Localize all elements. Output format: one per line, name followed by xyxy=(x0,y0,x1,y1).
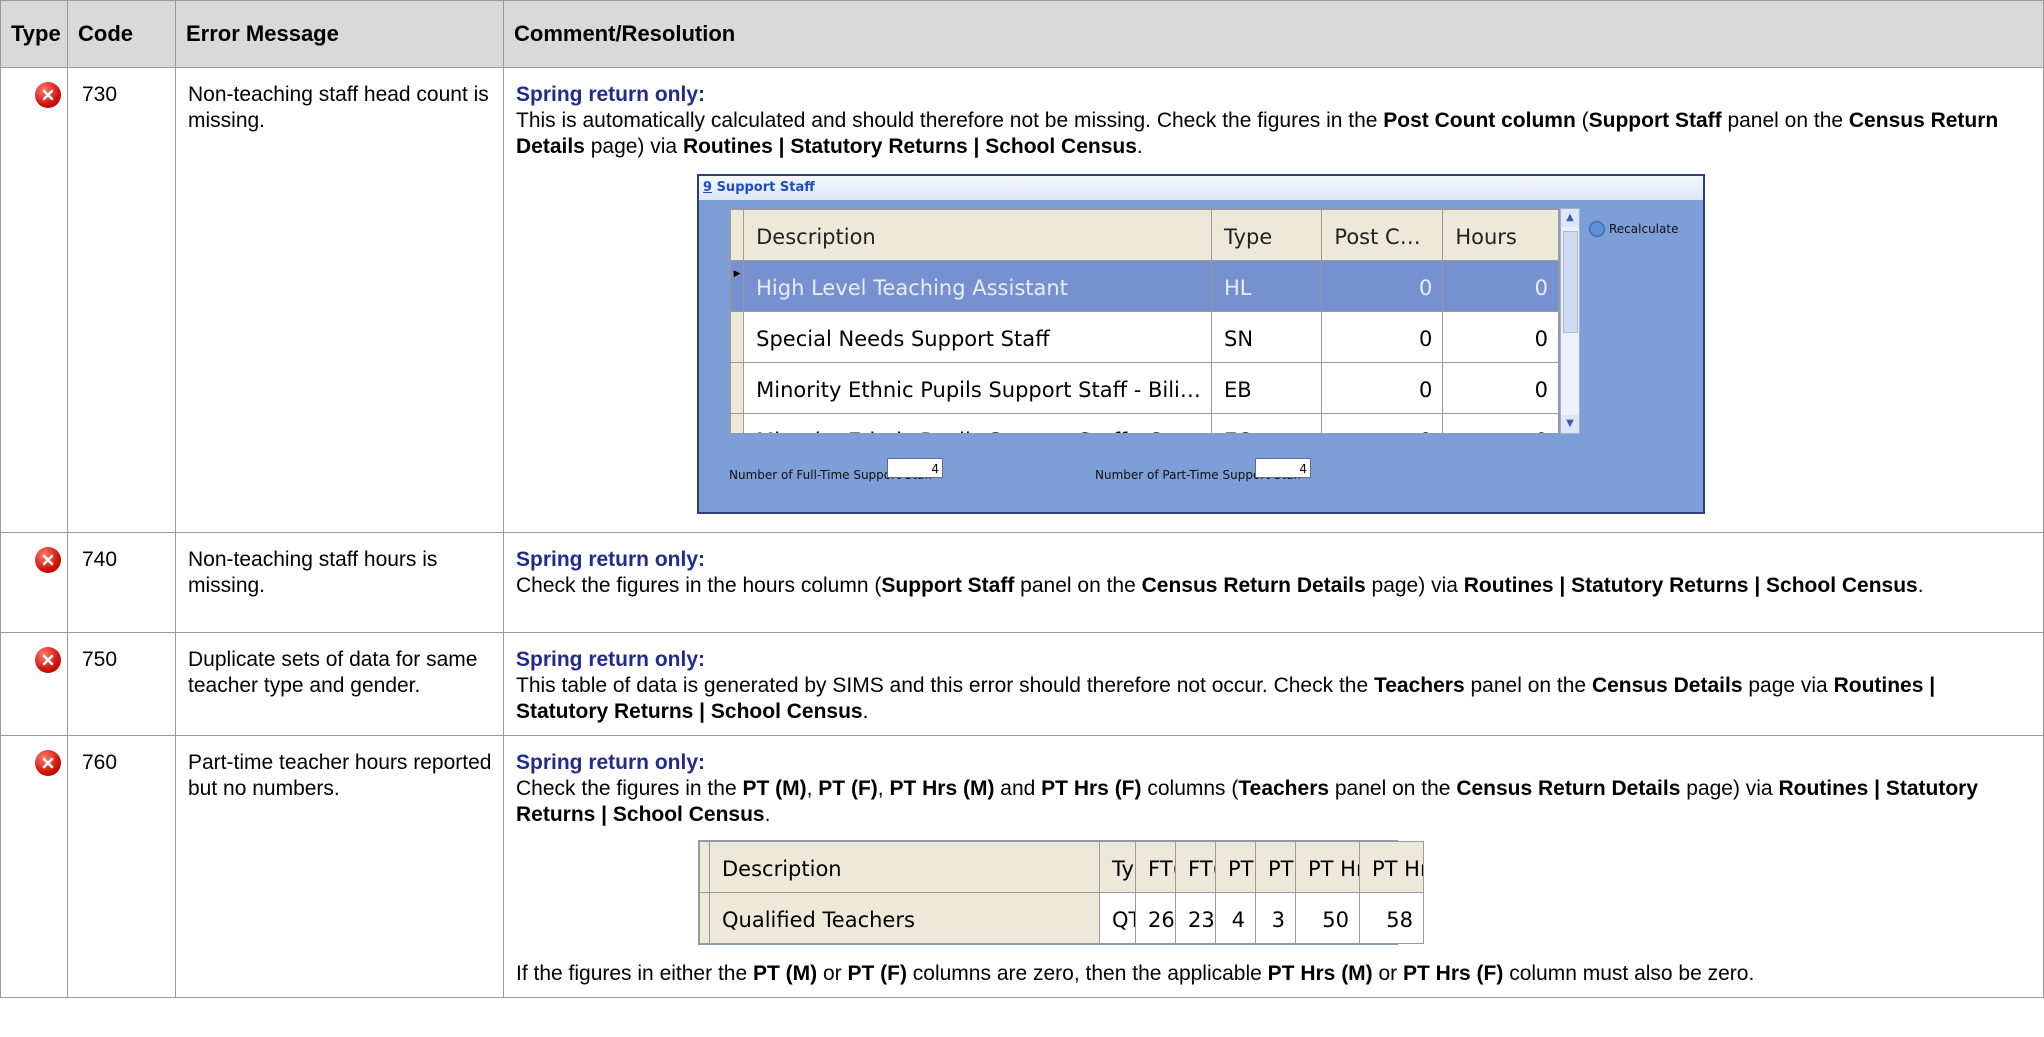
grid-row[interactable]: ▶ Qualified Teachers QT 26 23 4 3 50 58 xyxy=(699,892,1424,944)
error-message: Part-time teacher hours reported but no … xyxy=(175,735,504,998)
resolution-text: Check the figures in the hours column (S… xyxy=(516,574,1924,597)
error-icon xyxy=(35,750,61,776)
error-icon xyxy=(35,547,61,573)
full-time-support-field[interactable]: 4 xyxy=(887,458,943,478)
comment-resolution: Spring return only: Check the figures in… xyxy=(503,735,2044,998)
panel-title: 9 Support Staff xyxy=(699,176,1703,200)
header-error-message: Error Message xyxy=(175,0,504,68)
header-comment-resolution: Comment/Resolution xyxy=(503,0,2044,68)
spring-return-label: Spring return only: xyxy=(516,648,705,671)
table-row: 730 Non-teaching staff head count is mis… xyxy=(0,67,2044,533)
scroll-thumb[interactable] xyxy=(1563,231,1578,333)
comment-resolution: Spring return only: This is automaticall… xyxy=(503,67,2044,533)
table-row: 750 Duplicate sets of data for same teac… xyxy=(0,632,2044,736)
spring-return-label: Spring return only: xyxy=(516,83,705,106)
recalculate-button[interactable]: Recalculate xyxy=(1589,216,1678,242)
comment-resolution: Spring return only: Check the figures in… xyxy=(503,532,2044,633)
grid-row[interactable]: Minority Ethnic Pupils Support Staff - B… xyxy=(730,362,1559,414)
table-row: 740 Non-teaching staff hours is missing.… xyxy=(0,532,2044,633)
row-pointer-icon: ▶ xyxy=(730,260,745,312)
error-message: Non-teaching staff head count is missing… xyxy=(175,67,504,533)
row-pointer-icon: ▶ xyxy=(699,892,710,944)
resolution-note: If the figures in either the PT (M) or P… xyxy=(516,962,1755,985)
resolution-text: This is automatically calculated and sho… xyxy=(516,109,1999,158)
scroll-up-icon[interactable]: ▲ xyxy=(1561,209,1579,227)
error-code: 760 xyxy=(67,735,176,998)
scroll-down-icon[interactable]: ▼ xyxy=(1561,415,1579,433)
spring-return-label: Spring return only: xyxy=(516,548,705,571)
grid-header: Description Type Post Count Hours xyxy=(730,209,1559,261)
resolution-text: This table of data is generated by SIMS … xyxy=(516,674,1936,723)
grid-header: Description Type FT(M) FT(F) PT(M) PT(F)… xyxy=(699,841,1424,893)
support-staff-panel-screenshot: 9 Support Staff Description Type Post Co… xyxy=(697,174,1705,514)
error-message: Non-teaching staff hours is missing. xyxy=(175,532,504,633)
support-staff-grid: Description Type Post Count Hours ▶ High … xyxy=(729,208,1560,434)
resolution-text: Check the figures in the PT (M), PT (F),… xyxy=(516,777,1979,826)
header-code: Code xyxy=(67,0,176,68)
teachers-grid-screenshot: Description Type FT(M) FT(F) PT(M) PT(F)… xyxy=(698,840,1424,945)
grid-row[interactable]: Minority Ethnic Pupils Support Staff - O… xyxy=(730,413,1559,433)
error-icon xyxy=(35,82,61,108)
part-time-support-field[interactable]: 4 xyxy=(1255,458,1311,478)
grid-row[interactable]: ▶ High Level Teaching Assistant HL 0 0 xyxy=(730,260,1559,312)
recalculate-icon xyxy=(1589,221,1605,237)
error-code: 740 xyxy=(67,532,176,633)
error-message: Duplicate sets of data for same teacher … xyxy=(175,632,504,736)
grid-row[interactable]: Special Needs Support Staff SN 0 0 xyxy=(730,311,1559,363)
spring-return-label: Spring return only: xyxy=(516,751,705,774)
error-icon xyxy=(35,647,61,673)
error-table: Type Code Error Message Comment/Resoluti… xyxy=(0,0,2044,998)
error-code: 730 xyxy=(67,67,176,533)
table-row: 760 Part-time teacher hours reported but… xyxy=(0,735,2044,998)
header-type: Type xyxy=(0,0,68,68)
comment-resolution: Spring return only: This table of data i… xyxy=(503,632,2044,736)
grid-scrollbar[interactable]: ▲ ▼ xyxy=(1560,208,1580,434)
table-header-row: Type Code Error Message Comment/Resoluti… xyxy=(0,0,2044,68)
error-code: 750 xyxy=(67,632,176,736)
